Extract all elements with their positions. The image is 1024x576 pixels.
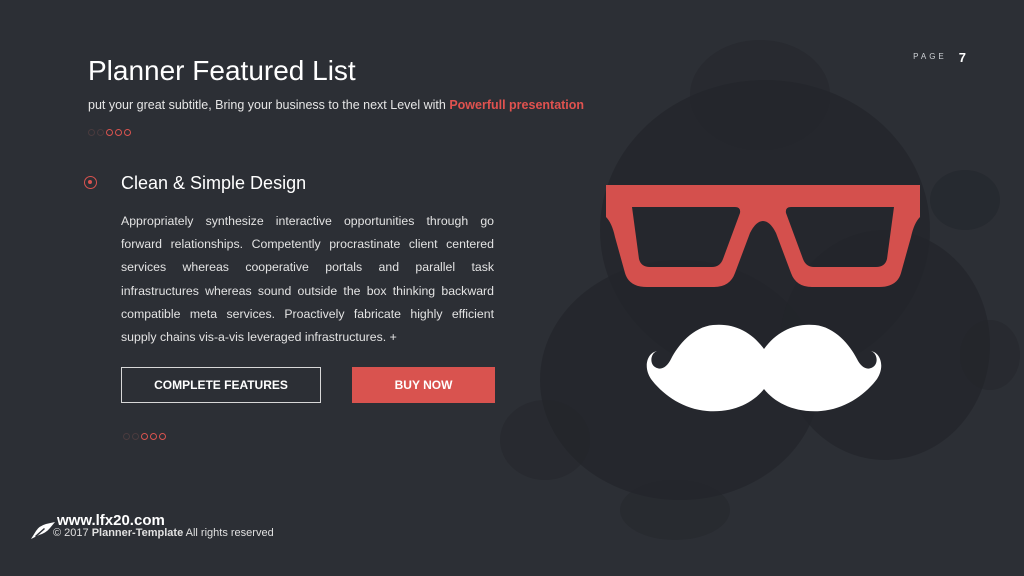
dot — [115, 129, 122, 136]
page-label-text: PAGE — [913, 52, 947, 61]
footer-copyright: © 2017 Planner-Template All rights reser… — [53, 527, 274, 539]
page-title: Planner Featured List — [88, 55, 356, 86]
footer-brand: Planner-Template — [91, 527, 184, 539]
dots-decoration-bottom — [123, 433, 166, 440]
feature-heading: Clean & Simple Design — [121, 173, 307, 193]
dot — [124, 129, 131, 136]
dot — [141, 433, 148, 440]
dot — [150, 433, 157, 440]
feature-description: Appropriately synthesize interactive opp… — [121, 214, 494, 345]
page-number: 7 — [958, 50, 966, 65]
mustache-icon — [646, 324, 882, 412]
complete-features-button[interactable]: COMPLETE FEATURES — [121, 367, 321, 403]
dot — [159, 433, 166, 440]
dots-decoration-top — [88, 129, 131, 136]
dot — [88, 129, 95, 136]
subtitle-highlight: Powerfull presentation — [449, 98, 585, 112]
glasses-icon — [606, 185, 920, 287]
radio-bullet-icon — [84, 176, 97, 189]
page-subtitle: put your great subtitle, Bring your busi… — [88, 98, 584, 112]
dot — [123, 433, 130, 440]
subtitle-text: put your great subtitle, Bring your busi… — [88, 98, 450, 112]
dot — [132, 433, 139, 440]
footer-prefix: © 2017 — [53, 527, 92, 539]
dot — [97, 129, 104, 136]
footer-suffix: All rights reserved — [183, 527, 274, 539]
dot — [106, 129, 113, 136]
buy-now-button[interactable]: BUY NOW — [352, 367, 495, 403]
